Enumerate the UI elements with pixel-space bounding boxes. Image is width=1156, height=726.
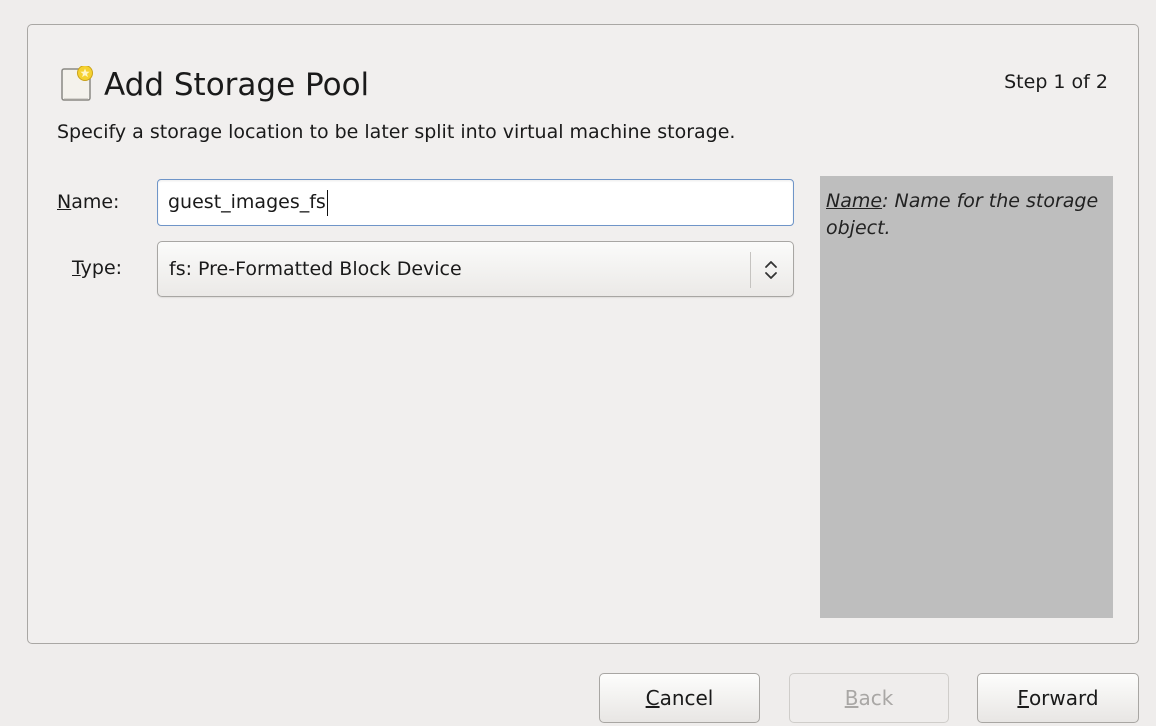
name-label: Name:: [57, 189, 119, 215]
back-button[interactable]: Back: [789, 673, 949, 723]
type-label-text: ype:: [80, 257, 123, 279]
step-indicator: Step 1 of 2: [1004, 71, 1108, 93]
back-mnemonic: B: [844, 686, 859, 710]
select-separator: [750, 252, 751, 288]
forward-button[interactable]: Forward: [977, 673, 1139, 723]
wizard-panel: Add Storage Pool Step 1 of 2 Specify a s…: [27, 24, 1139, 644]
type-label-mnemonic: T: [72, 257, 81, 279]
type-label: Type:: [72, 255, 122, 281]
page-subtitle: Specify a storage location to be later s…: [57, 121, 736, 143]
name-input[interactable]: guest_images_fs: [157, 179, 794, 226]
name-label-mnemonic: N: [57, 191, 72, 213]
name-input-value: guest_images_fs: [168, 191, 326, 213]
name-label-text: ame:: [71, 191, 120, 213]
page-title: Add Storage Pool: [104, 67, 370, 103]
up-down-chevron-icon: [765, 261, 777, 279]
cancel-mnemonic: C: [645, 686, 660, 710]
forward-mnemonic: F: [1017, 686, 1029, 710]
type-select-value: fs: Pre-Formatted Block Device: [169, 258, 462, 280]
type-select[interactable]: fs: Pre-Formatted Block Device: [157, 241, 794, 297]
text-caret: [326, 189, 328, 216]
help-text: Name: Name for the storage object.: [826, 188, 1106, 242]
storage-pool-icon: [61, 66, 93, 101]
help-term: Name: [826, 190, 883, 212]
back-label: ack: [858, 686, 894, 710]
help-panel: Name: Name for the storage object.: [820, 176, 1113, 618]
cancel-label: ancel: [659, 686, 714, 710]
forward-label: orward: [1028, 686, 1099, 710]
cancel-button[interactable]: Cancel: [599, 673, 760, 723]
